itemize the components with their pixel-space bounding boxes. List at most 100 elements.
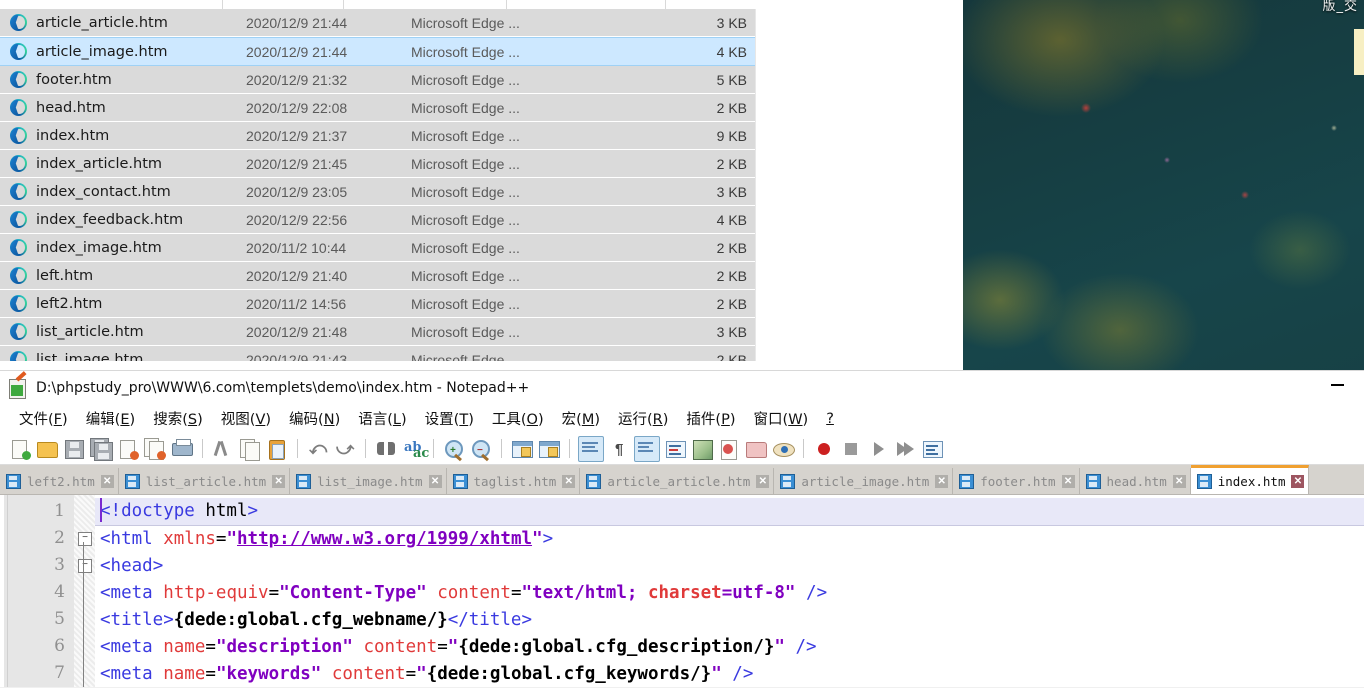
file-row[interactable]: index_feedback.htm 2020/12/9 22:56 Microso… <box>0 206 755 234</box>
monitoring-icon[interactable] <box>771 437 795 461</box>
document-map-icon[interactable] <box>690 437 714 461</box>
close-file-icon[interactable] <box>116 437 140 461</box>
menu-item-help[interactable]: ? <box>817 408 843 430</box>
code-editor[interactable]: 1234567 − − <!doctype html> <html xmlns="h… <box>0 495 1364 687</box>
file-row[interactable]: footer.htm 2020/12/9 21:32 Microsoft Edge … <box>0 66 755 94</box>
code-line[interactable]: <meta name="description" content="{dede:… <box>95 634 1364 661</box>
tab-close-icon[interactable]: ✕ <box>1061 474 1075 488</box>
tab-close-icon[interactable]: ✕ <box>1172 474 1186 488</box>
file-row[interactable]: list_image.htm 2020/12/9 21:43 Microsoft E… <box>0 346 755 361</box>
undo-icon[interactable]: ⤺ <box>306 437 330 461</box>
tab-close-icon[interactable]: ✕ <box>562 474 576 488</box>
document-tab[interactable]: left2.htm ✕ <box>0 468 119 494</box>
save-macro-icon[interactable] <box>920 437 944 461</box>
zoom-in-icon[interactable]: + <box>442 437 466 461</box>
file-row[interactable]: index_article.htm 2020/12/9 21:45 Microsof… <box>0 150 755 178</box>
sync-horizontal-icon[interactable] <box>537 437 561 461</box>
code-line[interactable]: <title>{dede:global.cfg_webname/}</title… <box>95 607 1364 634</box>
document-tab-bar[interactable]: left2.htm ✕ list_article.htm ✕ list_image.ht… <box>0 465 1364 495</box>
menu-item-v[interactable]: 视图(V) <box>212 405 280 432</box>
file-row[interactable]: index_contact.htm 2020/12/9 23:05 Microsof… <box>0 178 755 206</box>
tab-close-icon[interactable]: ✕ <box>756 474 770 488</box>
tab-close-icon[interactable]: ✕ <box>100 474 114 488</box>
save-icon[interactable] <box>62 437 86 461</box>
copy-icon[interactable] <box>238 437 262 461</box>
function-list-icon[interactable] <box>717 437 741 461</box>
menu-item-l[interactable]: 语言(L) <box>349 405 415 432</box>
fold-toggle-icon[interactable]: − <box>78 559 92 573</box>
code-line[interactable]: <!doctype html> <box>95 498 1364 526</box>
column-separator-size[interactable] <box>665 0 666 9</box>
menu-item-s[interactable]: 搜索(S) <box>144 405 212 432</box>
indent-guide-icon[interactable] <box>634 435 660 462</box>
menu-item-f[interactable]: 文件(F) <box>10 405 77 432</box>
document-tab[interactable]: head.htm ✕ <box>1079 468 1191 494</box>
menu-item-p[interactable]: 插件(P) <box>677 405 744 432</box>
file-list-column-header[interactable] <box>0 0 963 9</box>
find-icon[interactable] <box>374 437 398 461</box>
code-line[interactable]: <meta http-equiv="Content-Type" content=… <box>95 580 1364 607</box>
close-all-icon[interactable] <box>143 437 167 461</box>
redo-icon[interactable]: ⤻ <box>333 437 357 461</box>
code-line[interactable]: <meta name="keywords" content="{dede:glo… <box>95 661 1364 687</box>
file-row[interactable]: article_image.htm 2020/12/9 21:44 Microsof… <box>0 37 755 66</box>
fold-toggle-icon[interactable]: − <box>78 532 92 546</box>
tab-close-icon[interactable]: ✕ <box>1291 474 1305 488</box>
document-tab[interactable]: index.htm ✕ <box>1190 465 1310 494</box>
notepadpp-icon <box>8 370 28 399</box>
code-line[interactable]: <head> <box>95 553 1364 580</box>
file-row[interactable]: index_image.htm 2020/11/2 10:44 Microsoft … <box>0 234 755 262</box>
new-file-icon[interactable] <box>8 437 32 461</box>
menu-item-t[interactable]: 设置(T) <box>416 405 483 432</box>
column-separator-type[interactable] <box>506 0 507 9</box>
menu-item-e[interactable]: 编辑(E) <box>77 405 145 432</box>
document-tab[interactable]: list_image.htm ✕ <box>290 468 447 494</box>
run-macro-multiple-icon[interactable] <box>893 437 917 461</box>
file-row[interactable]: article_article.htm 2020/12/9 21:44 Micros… <box>0 9 755 37</box>
file-row[interactable]: list_article.htm 2020/12/9 21:48 Microsoft… <box>0 318 755 346</box>
document-tab[interactable]: taglist.htm ✕ <box>446 468 581 494</box>
file-list[interactable]: article_article.htm 2020/12/9 21:44 Micros… <box>0 9 755 361</box>
show-all-chars-icon[interactable]: ¶ <box>607 437 631 461</box>
document-tab[interactable]: list_article.htm ✕ <box>118 468 291 494</box>
play-macro-icon[interactable] <box>866 437 890 461</box>
replace-icon[interactable]: ab ac <box>401 437 429 461</box>
document-tab[interactable]: article_image.htm ✕ <box>774 468 954 494</box>
paste-icon[interactable] <box>265 437 289 461</box>
menu-bar[interactable]: 文件(F) 编辑(E) 搜索(S) 视图(V) 编码(N) 语言(L) 设置(T) 工具(O)… <box>0 404 1364 433</box>
user-defined-dialog-icon[interactable] <box>663 437 687 461</box>
code-folding-margin[interactable]: − − <box>74 495 95 687</box>
menu-item-r[interactable]: 运行(R) <box>609 405 677 432</box>
tab-close-icon[interactable]: ✕ <box>428 474 442 488</box>
print-icon[interactable] <box>170 437 194 461</box>
menu-item-o[interactable]: 工具(O) <box>483 405 553 432</box>
code-line[interactable]: <html xmlns="http://www.w3.org/1999/xhtm… <box>95 526 1364 553</box>
file-row[interactable]: index.htm 2020/12/9 21:37 Microsoft Edge .… <box>0 122 755 150</box>
save-all-icon[interactable] <box>89 437 113 461</box>
tab-close-icon[interactable]: ✕ <box>272 474 286 488</box>
file-row[interactable]: head.htm 2020/12/9 22:08 Microsoft Edge ..… <box>0 94 755 122</box>
record-macro-icon[interactable] <box>812 437 836 461</box>
menu-item-m[interactable]: 宏(M) <box>553 405 609 432</box>
file-row[interactable]: left.htm 2020/12/9 21:40 Microsoft Edge ..… <box>0 262 755 290</box>
edge-file-icon <box>10 71 27 88</box>
cut-icon[interactable] <box>211 437 235 461</box>
column-separator-date[interactable] <box>343 0 344 9</box>
menu-item-n[interactable]: 编码(N) <box>280 405 349 432</box>
stop-record-icon[interactable] <box>839 437 863 461</box>
document-tab[interactable]: footer.htm ✕ <box>953 468 1080 494</box>
word-wrap-icon[interactable] <box>578 435 604 462</box>
document-tab[interactable]: article_article.htm ✕ <box>580 468 775 494</box>
sync-vertical-icon[interactable] <box>510 437 534 461</box>
code-text-area[interactable]: <!doctype html> <html xmlns="http://www.w… <box>95 495 1364 687</box>
zoom-out-icon[interactable]: − <box>469 437 493 461</box>
tool-bar[interactable]: ⤺ ⤻ ab ac + − ¶ <box>0 433 1364 465</box>
minimize-icon[interactable] <box>1331 384 1344 386</box>
tab-close-icon[interactable]: ✕ <box>935 474 949 488</box>
column-separator-name[interactable] <box>222 0 223 9</box>
open-file-icon[interactable] <box>35 437 59 461</box>
menu-item-w[interactable]: 窗口(W) <box>745 405 818 432</box>
file-row[interactable]: left2.htm 2020/11/2 14:56 Microsoft Edge .… <box>0 290 755 318</box>
folder-as-workspace-icon[interactable] <box>744 437 768 461</box>
notepadpp-title-bar[interactable]: D:\phpstudy_pro\WWW\6.com\templets\demo\… <box>0 370 1364 404</box>
